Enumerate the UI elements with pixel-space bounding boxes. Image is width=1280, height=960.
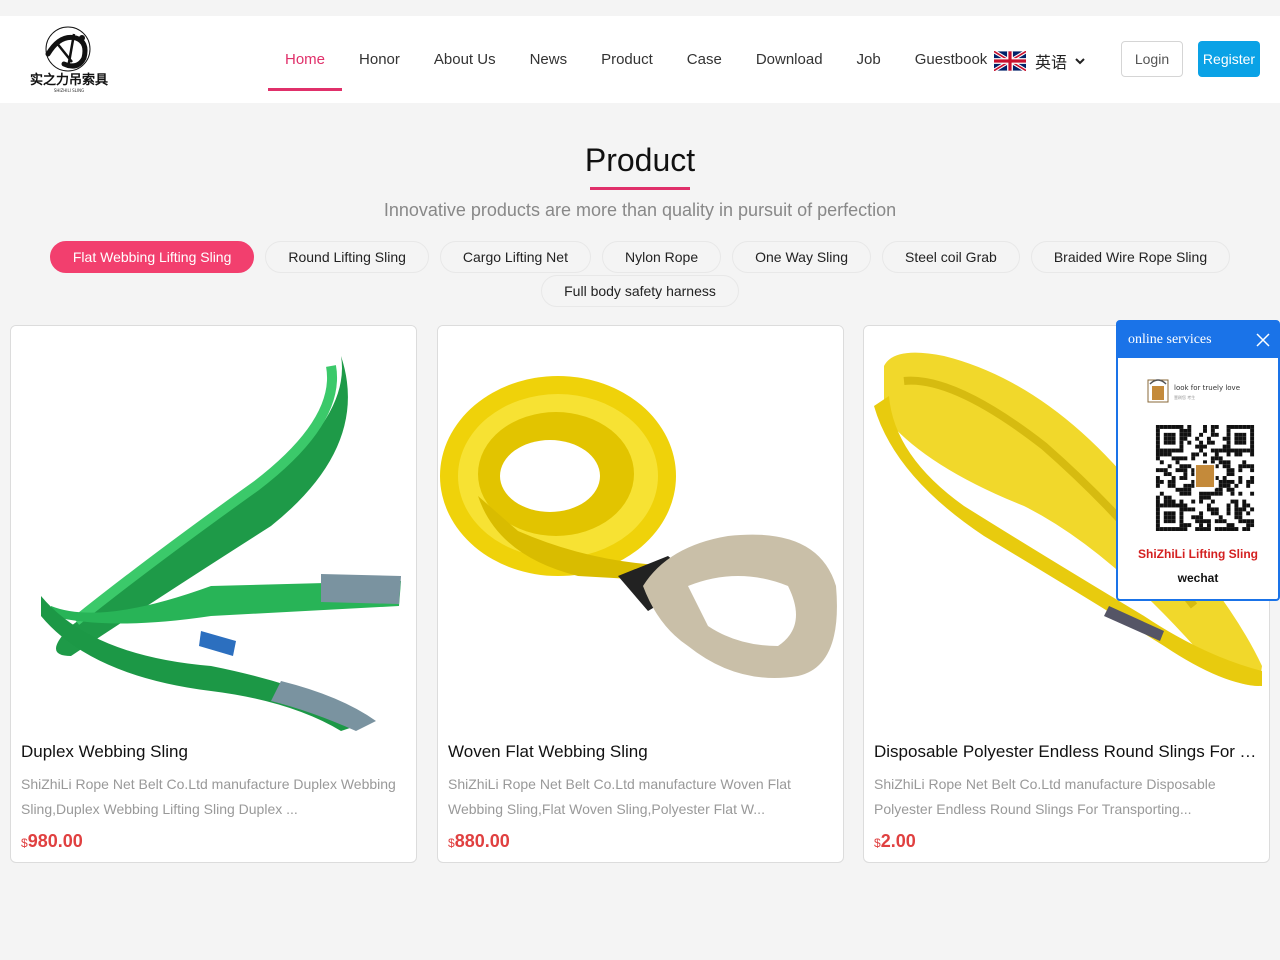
register-button[interactable]: Register: [1198, 41, 1260, 77]
logo-text: 实之力吊索具 SHIZHILI SLING: [30, 72, 108, 93]
title-underline: [590, 187, 690, 190]
product-description: ShiZhiLi Rope Net Belt Co.Ltd manufactur…: [874, 776, 1216, 817]
product-price: $880.00: [448, 831, 510, 851]
category-filter: Flat Webbing Lifting Sling Round Lifting …: [40, 241, 1240, 307]
nav-item-job[interactable]: Job: [840, 16, 898, 103]
category-pill[interactable]: One Way Sling: [732, 241, 871, 273]
product-price: $2.00: [874, 831, 916, 851]
chat-wechat-label: wechat: [1177, 571, 1219, 585]
close-icon[interactable]: [1256, 333, 1270, 347]
category-pill[interactable]: Flat Webbing Lifting Sling: [49, 241, 255, 273]
svg-text:SHIZHILI SLING: SHIZHILI SLING: [54, 88, 84, 93]
category-pill[interactable]: Round Lifting Sling: [265, 241, 429, 273]
language-label: 英语: [1035, 55, 1068, 72]
main-nav: Home Honor About Us News Product Case Download…: [268, 16, 1004, 103]
section-title: Product: [584, 142, 696, 178]
product-image-yellow-coil: [438, 326, 843, 731]
category-pill[interactable]: Full body safety harness: [541, 275, 739, 307]
nav-item-home[interactable]: Home: [268, 16, 343, 103]
site-header: 实之力吊索具 SHIZHILI SLING Home Honor About Us N…: [0, 16, 1280, 103]
product-card[interactable]: Duplex Webbing Sling ShiZhiLi Rope Net B…: [10, 325, 417, 863]
product-price: $980.00: [21, 831, 83, 851]
chat-title: online services: [1118, 322, 1278, 358]
svg-text:壹刷您 考生: 壹刷您 考生: [1174, 394, 1195, 400]
nav-item-news[interactable]: News: [513, 16, 585, 103]
section-subtitle: Innovative products are more than qualit…: [383, 200, 897, 220]
category-pill[interactable]: Nylon Rope: [601, 241, 722, 273]
category-pill[interactable]: Steel coil Grab: [881, 241, 1020, 273]
product-description: ShiZhiLi Rope Net Belt Co.Ltd manufactur…: [21, 776, 396, 817]
product-title[interactable]: Disposable Polyester Endless Round Sling…: [874, 742, 1259, 762]
chat-company-name: ShiZhiLi Lifting Sling: [1138, 547, 1258, 561]
uk-flag-icon: [994, 51, 1026, 71]
wechat-banner: look for truely love 壹刷您 考生: [1147, 379, 1240, 403]
category-pill[interactable]: Cargo Lifting Net: [439, 241, 591, 273]
nav-item-about-us[interactable]: About Us: [417, 16, 513, 103]
nav-item-case[interactable]: Case: [670, 16, 739, 103]
product-card[interactable]: Woven Flat Webbing Sling ShiZhiLi Rope N…: [437, 325, 844, 863]
category-pill[interactable]: Braided Wire Rope Sling: [1030, 241, 1231, 273]
nav-item-honor[interactable]: Honor: [342, 16, 417, 103]
login-button[interactable]: Login: [1121, 41, 1183, 77]
nav-item-guestbook[interactable]: Guestbook: [898, 16, 1005, 103]
language-selector[interactable]: 英语: [994, 49, 1086, 73]
svg-text:look for truely love: look for truely love: [1174, 384, 1240, 392]
product-description: ShiZhiLi Rope Net Belt Co.Ltd manufactur…: [448, 776, 791, 817]
nav-item-download[interactable]: Download: [739, 16, 840, 103]
nav-item-product[interactable]: Product: [584, 16, 670, 103]
wechat-qr-code: [1155, 425, 1255, 531]
product-title[interactable]: Woven Flat Webbing Sling: [448, 742, 833, 762]
online-service-widget: online services look for truely love 壹刷您…: [1116, 320, 1280, 601]
chevron-down-icon: [1075, 58, 1085, 65]
product-image-green-sling: [11, 326, 416, 731]
svg-text:实之力吊索具: 实之力吊索具: [30, 72, 108, 88]
product-title[interactable]: Duplex Webbing Sling: [21, 742, 406, 762]
